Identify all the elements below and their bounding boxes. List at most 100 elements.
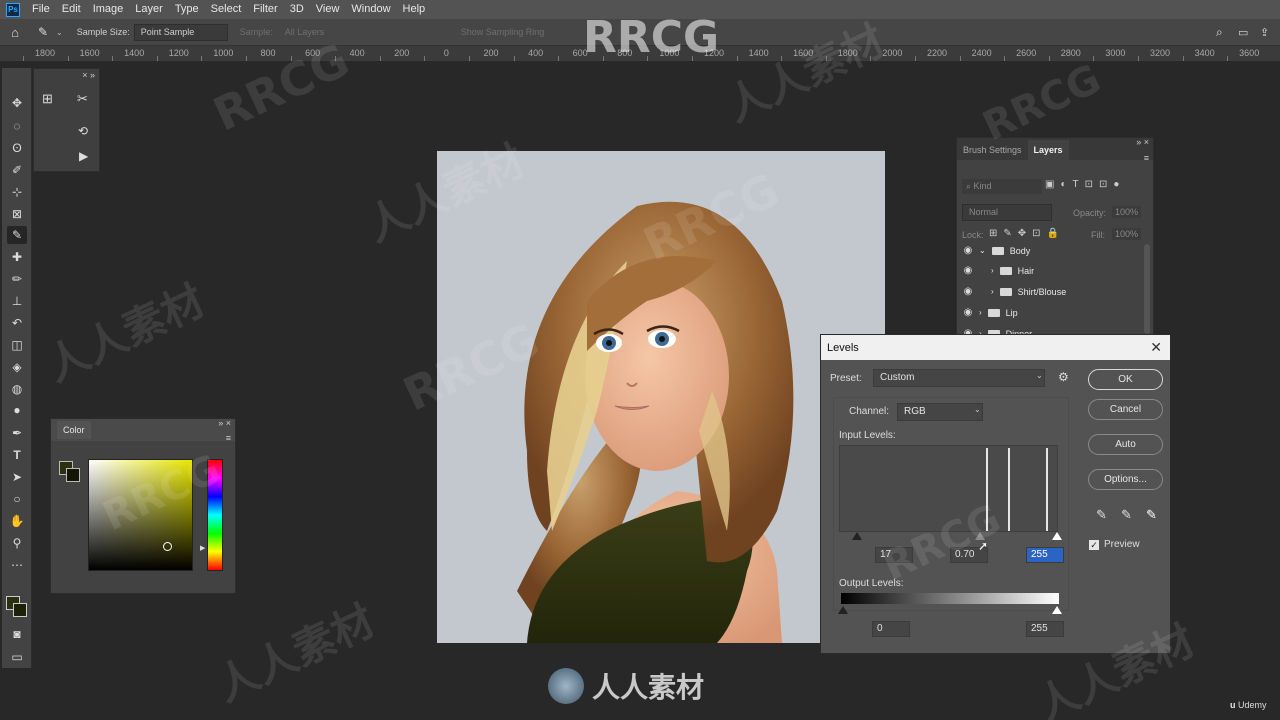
preset-select[interactable]: Custom bbox=[873, 369, 1045, 387]
menu-image[interactable]: Image bbox=[87, 0, 130, 19]
visibility-eye-icon[interactable]: ◉ bbox=[957, 307, 979, 318]
ruler-tick-label: 1200 bbox=[168, 48, 189, 58]
quick-selection-tool-icon[interactable]: ✐ bbox=[7, 161, 27, 179]
input-white-slider[interactable] bbox=[1052, 532, 1062, 540]
lasso-tool-icon[interactable]: ʘ bbox=[7, 139, 27, 157]
output-white-field[interactable]: 255 bbox=[1026, 621, 1064, 637]
sample-size-select[interactable]: Point Sample bbox=[133, 23, 228, 41]
menu-view[interactable]: View bbox=[310, 0, 346, 19]
hand-tool-icon[interactable]: ✋ bbox=[7, 512, 27, 530]
more-tools-icon[interactable]: ⋯ bbox=[7, 556, 27, 574]
blur-tool-icon[interactable]: ◍ bbox=[7, 380, 27, 398]
move-tool-icon[interactable]: ✥ bbox=[7, 94, 27, 112]
fill-field[interactable]: 100% bbox=[1112, 228, 1142, 240]
marquee-tool-icon[interactable]: ◌ bbox=[7, 117, 27, 135]
menu-window[interactable]: Window bbox=[345, 0, 396, 19]
output-black-slider[interactable] bbox=[838, 606, 848, 614]
panel-collapse-icon[interactable]: × » bbox=[82, 70, 95, 80]
black-point-eyedropper-icon[interactable]: ✎ bbox=[1096, 507, 1107, 523]
menu-3d[interactable]: 3D bbox=[284, 0, 310, 19]
layer-row[interactable]: ◉ › Lip bbox=[957, 302, 1153, 323]
menu-filter[interactable]: Filter bbox=[247, 0, 283, 19]
preset-settings-gear-icon[interactable]: ⚙ bbox=[1058, 370, 1069, 384]
type-tool-icon[interactable]: T bbox=[7, 446, 27, 464]
tab-layers[interactable]: Layers bbox=[1027, 140, 1069, 160]
color-panel-close-icon[interactable]: » × bbox=[218, 418, 231, 428]
layers-scrollbar[interactable] bbox=[1144, 244, 1150, 334]
color-picker-marker[interactable] bbox=[163, 542, 172, 551]
auto-button[interactable]: Auto bbox=[1088, 434, 1163, 455]
zoom-tool-icon[interactable]: ⚲ bbox=[7, 534, 27, 552]
input-white-field[interactable]: 255 bbox=[1026, 547, 1064, 563]
dodge-tool-icon[interactable]: ● bbox=[7, 401, 27, 419]
actions-play-icon[interactable]: ▶ bbox=[79, 149, 88, 163]
visibility-eye-icon[interactable]: ◉ bbox=[957, 245, 979, 256]
color-tab[interactable]: Color bbox=[57, 421, 91, 439]
layer-name: Hair bbox=[1017, 265, 1035, 276]
history-icon[interactable]: ⟲ bbox=[78, 124, 88, 138]
shape-tool-icon[interactable]: ○ bbox=[7, 490, 27, 508]
gray-point-eyedropper-icon[interactable]: ✎ bbox=[1121, 507, 1132, 523]
workspace-icon[interactable]: ▭ bbox=[1238, 26, 1260, 39]
eraser-tool-icon[interactable]: ◫ bbox=[7, 336, 27, 354]
panel-background-swatch[interactable] bbox=[66, 468, 80, 482]
menu-file[interactable]: File bbox=[26, 0, 56, 19]
eyedropper-icon[interactable]: ✎ bbox=[30, 25, 56, 39]
tool-preset-chevron-icon[interactable]: ⌄ bbox=[56, 28, 63, 37]
channel-select[interactable]: RGB bbox=[897, 403, 983, 421]
crop-tool-icon[interactable]: ⊹ bbox=[7, 183, 27, 201]
show-sampling-ring-checkbox[interactable]: Show Sampling Ring bbox=[461, 27, 545, 37]
white-point-eyedropper-icon[interactable]: ✎ bbox=[1146, 507, 1157, 523]
menu-help[interactable]: Help bbox=[397, 0, 432, 19]
blend-mode-select[interactable]: Normal bbox=[962, 204, 1052, 221]
screen-mode-icon[interactable]: ▭ bbox=[7, 648, 27, 666]
menu-type[interactable]: Type bbox=[169, 0, 205, 19]
frame-tool-icon[interactable]: ⊠ bbox=[7, 205, 27, 223]
layer-row[interactable]: ◉ › Shirt/Blouse bbox=[957, 281, 1153, 302]
filter-kind-input[interactable]: ⌕ Kind bbox=[962, 179, 1042, 194]
layers-panel: Brush Settings Layers » × ≡ ⌕ Kind ▣◐T⊡⊡… bbox=[956, 137, 1154, 347]
layers-panel-menu-icon[interactable]: ≡ bbox=[1144, 153, 1149, 163]
menu-edit[interactable]: Edit bbox=[56, 0, 87, 19]
close-icon[interactable]: ✕ bbox=[1150, 339, 1162, 356]
home-icon[interactable]: ⌂ bbox=[0, 25, 30, 40]
hue-slider-arrow-icon[interactable]: ▶ bbox=[200, 544, 205, 552]
visibility-eye-icon[interactable]: ◉ bbox=[957, 265, 979, 276]
share-icon[interactable]: ⇪ bbox=[1260, 26, 1280, 39]
folder-icon bbox=[987, 308, 1000, 317]
color-panel-menu-icon[interactable]: ≡ bbox=[226, 433, 231, 443]
ruler-tick bbox=[558, 56, 560, 61]
menu-select[interactable]: Select bbox=[205, 0, 248, 19]
brush-tool-icon[interactable]: ✏ bbox=[7, 270, 27, 288]
visibility-eye-icon[interactable]: ◉ bbox=[957, 286, 979, 297]
eyedropper-tool-icon[interactable]: ✎ bbox=[7, 226, 27, 244]
paint-bucket-tool-icon[interactable]: ◈ bbox=[7, 358, 27, 376]
ruler-tick-label: 1000 bbox=[213, 48, 234, 58]
background-color-swatch[interactable] bbox=[13, 603, 27, 617]
ruler-tick-label: 3600 bbox=[1239, 48, 1260, 58]
layer-row[interactable]: ◉ ⌄ Body bbox=[957, 240, 1153, 261]
properties-icon[interactable]: ✂ bbox=[77, 91, 88, 107]
layers-panel-close-icon[interactable]: » × bbox=[1136, 137, 1149, 147]
path-selection-tool-icon[interactable]: ➤ bbox=[7, 468, 27, 486]
opacity-field[interactable]: 100% bbox=[1112, 206, 1142, 218]
ruler-tick-label: 1800 bbox=[34, 48, 56, 58]
libraries-icon[interactable]: ⊞ bbox=[42, 91, 53, 107]
search-icon[interactable]: ⌕ bbox=[1216, 25, 1238, 40]
history-brush-tool-icon[interactable]: ↶ bbox=[7, 314, 27, 332]
options-button[interactable]: Options... bbox=[1088, 469, 1163, 490]
menu-layer[interactable]: Layer bbox=[129, 0, 169, 19]
cancel-button[interactable]: Cancel bbox=[1088, 399, 1163, 420]
output-black-field[interactable]: 0 bbox=[872, 621, 910, 637]
pen-tool-icon[interactable]: ✒ bbox=[7, 424, 27, 442]
lock-icons-row[interactable]: ⊞✎✥⊡🔒 bbox=[989, 228, 1065, 239]
input-black-slider[interactable] bbox=[852, 532, 862, 540]
ok-button[interactable]: OK bbox=[1088, 369, 1163, 390]
healing-brush-tool-icon[interactable]: ✚ bbox=[7, 248, 27, 266]
clone-stamp-tool-icon[interactable]: ⊥ bbox=[7, 292, 27, 310]
preview-checkbox[interactable]: ✓ bbox=[1089, 540, 1099, 550]
preview-label: Preview bbox=[1104, 539, 1140, 550]
layer-row[interactable]: ◉ › Hair bbox=[957, 260, 1153, 281]
output-white-slider[interactable] bbox=[1052, 606, 1062, 614]
quick-mask-icon[interactable]: ◙ bbox=[7, 625, 27, 643]
